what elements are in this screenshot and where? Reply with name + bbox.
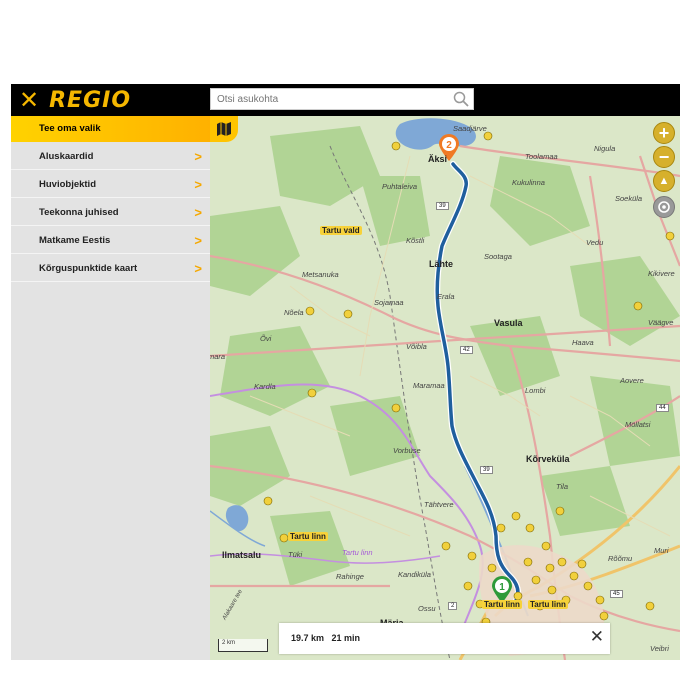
place-label: Maramaa	[413, 381, 445, 390]
route-end-label: 2	[446, 140, 452, 151]
road-number-label: 45	[610, 590, 623, 598]
place-label: Kõstli	[406, 236, 425, 245]
chevron-right-icon: >	[194, 261, 202, 276]
place-label: Muri	[654, 546, 669, 555]
place-label: Lähte	[429, 259, 454, 269]
search-box[interactable]	[210, 88, 474, 110]
map-background	[210, 118, 680, 660]
chevron-right-icon: >	[194, 233, 202, 248]
road-number-label: 39	[480, 466, 493, 474]
place-label: Kandiküla	[398, 570, 431, 579]
locate-icon	[658, 201, 670, 213]
map-scale-bar: 2 km	[218, 639, 268, 652]
place-label: Soeküla	[615, 194, 643, 203]
sidebar-item-aluskaardid[interactable]: Aluskaardid >	[11, 142, 210, 170]
place-label: Sojamaa	[374, 298, 404, 307]
sidebar-item-matkame-eestis[interactable]: Matkame Eestis >	[11, 226, 210, 254]
sidebar-item-label: Kõrguspunktide kaart	[39, 263, 138, 274]
logo-text: REGIO	[49, 87, 132, 113]
top-bar: ✕ REGIO	[11, 84, 680, 116]
zoom-in-button[interactable]: +	[653, 122, 675, 144]
route-duration: 21 min	[331, 633, 361, 643]
place-label: Kukulinna	[512, 178, 545, 187]
sidebar-item-label: Matkame Eestis	[39, 235, 111, 246]
route-info: 19.7 km 21 min	[291, 633, 360, 643]
road-number-label: 42	[460, 346, 473, 354]
place-label: mara	[210, 352, 226, 361]
place-label: Tila	[556, 482, 569, 491]
place-label: Äksi	[428, 154, 448, 164]
road-number-label: 2	[448, 602, 458, 610]
place-label: Tartu linn	[528, 600, 568, 609]
place-label: Tähtvere	[424, 500, 454, 509]
road-number-label: 39	[436, 202, 449, 210]
sidebar-item-korguspunktide-kaart[interactable]: Kõrguspunktide kaart >	[11, 254, 210, 282]
place-label: Võibla	[406, 342, 427, 351]
place-label: Aovere	[620, 376, 644, 385]
place-label: Erala	[437, 292, 455, 301]
place-label: Nõela	[284, 308, 304, 317]
sidebar-item-label: Huviobjektid	[39, 179, 97, 190]
place-label: Vasula	[494, 318, 523, 328]
place-label: Tüki	[288, 550, 303, 559]
route-start-label: 1	[499, 582, 505, 593]
close-menu-icon[interactable]: ✕	[19, 88, 39, 112]
place-label: Vedu	[586, 238, 604, 247]
place-label: Ossu	[418, 604, 436, 613]
place-label: Lombi	[525, 386, 546, 395]
locate-button[interactable]	[653, 196, 675, 218]
place-label: Kikivere	[648, 269, 675, 278]
place-label: Saadjärve	[453, 124, 487, 133]
close-icon[interactable]: ✕	[590, 627, 604, 647]
regio-logo[interactable]: ✕ REGIO	[19, 87, 132, 113]
place-label: Väägve	[648, 318, 674, 327]
place-label: Haava	[572, 338, 594, 347]
place-label: Rahinge	[336, 572, 364, 581]
place-label: Puhtaleiva	[382, 182, 418, 191]
place-label: Kõrveküla	[526, 454, 570, 464]
place-label: Rõõmu	[608, 554, 633, 563]
zoom-out-button[interactable]: −	[653, 146, 675, 168]
sidebar: Tee oma valik Aluskaardid > Huviobjektid…	[11, 116, 210, 660]
sidebar-item-label: Teekonna juhised	[39, 207, 119, 218]
place-label: Möllatsi	[625, 420, 651, 429]
chevron-right-icon: >	[194, 205, 202, 220]
place-label: Vorbuse	[393, 446, 421, 455]
chevron-right-icon: >	[194, 177, 202, 192]
app-window: ✕ REGIO Tee oma valik Aluskaardid > Huvi…	[11, 84, 680, 660]
place-label: Sootaga	[484, 252, 512, 261]
compass-button[interactable]: ▲	[653, 170, 675, 192]
map-layers-button[interactable]	[210, 116, 238, 142]
sidebar-item-huviobjektid[interactable]: Huviobjektid >	[11, 170, 210, 198]
route-summary-panel: 19.7 km 21 min ✕	[279, 623, 610, 654]
place-label: Metsanuka	[302, 270, 339, 279]
place-label: Kardla	[254, 382, 276, 391]
place-label: Veibri	[650, 644, 669, 653]
sidebar-item-label: Aluskaardid	[39, 151, 94, 162]
sidebar-item-teekonna-juhised[interactable]: Teekonna juhised >	[11, 198, 210, 226]
map-icon	[217, 122, 231, 136]
sidebar-item-tee-oma-valik[interactable]: Tee oma valik	[11, 116, 210, 142]
place-label: Tartu linn	[288, 532, 328, 541]
place-label: Õvi	[260, 334, 272, 343]
search-input[interactable]	[211, 89, 453, 110]
road-number-label: 44	[656, 404, 669, 412]
route-distance: 19.7 km	[291, 633, 325, 643]
place-label: Toolamaa	[525, 152, 558, 161]
scale-label: 2 km	[222, 640, 236, 646]
place-label: Tartu linn	[342, 548, 373, 557]
place-label: Nigula	[594, 144, 616, 153]
place-label: Tartu vald	[320, 226, 362, 235]
sidebar-item-label: Tee oma valik	[39, 123, 101, 134]
map-canvas[interactable]: + − ▲ 2 1 Saadjärve Äksi Toolamaa Nigula…	[210, 116, 680, 660]
place-label: Tartu linn	[482, 600, 522, 609]
chevron-right-icon: >	[194, 149, 202, 164]
search-icon[interactable]	[453, 91, 469, 107]
place-label: Ilmatsalu	[222, 550, 262, 560]
